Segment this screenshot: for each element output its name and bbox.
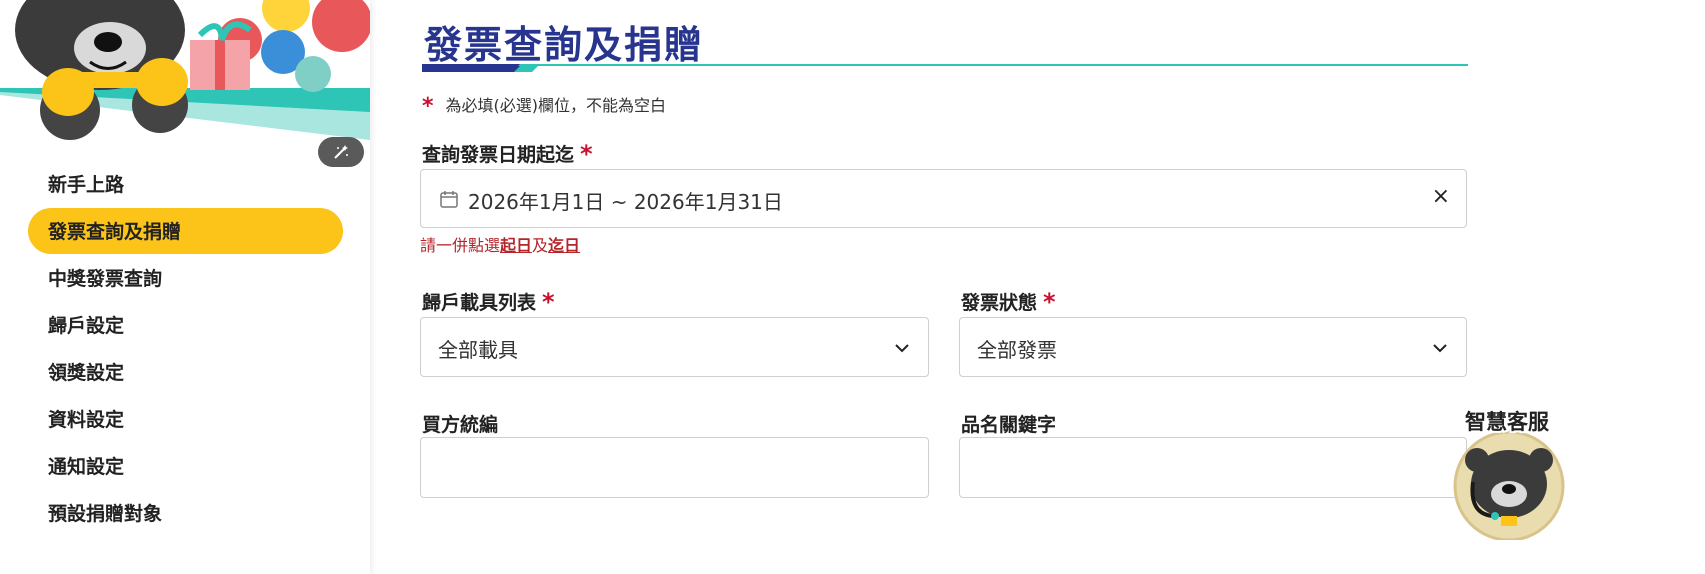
status-select-value: 全部發票 bbox=[977, 338, 1057, 362]
date-range-label: 查詢發票日期起迄 * bbox=[422, 140, 593, 168]
smart-service-chatbot[interactable]: 智慧客服 bbox=[1445, 400, 1575, 540]
keyword-label: 品名關鍵字 bbox=[961, 410, 1056, 437]
sidebar-item-label: 預設捐贈對象 bbox=[48, 503, 163, 525]
keyword-label-text: 品名關鍵字 bbox=[961, 414, 1057, 436]
chatbot-label: 智慧客服 bbox=[1463, 408, 1551, 436]
sidebar-item-invoice-query[interactable]: 發票查詢及捐贈 bbox=[0, 207, 370, 254]
carrier-select[interactable]: 全部載具 bbox=[420, 317, 929, 377]
date-range-hint: 請一併點選起日及迄日 bbox=[420, 232, 580, 256]
sidebar-item-label: 中獎發票查詢 bbox=[48, 268, 163, 290]
carrier-label: 歸戶載具列表 * bbox=[422, 288, 555, 316]
required-asterisk: * bbox=[422, 94, 434, 119]
buyer-id-label: 買方統編 bbox=[422, 410, 498, 437]
start-date-link[interactable]: 起日 bbox=[500, 236, 532, 255]
sidebar-item-label: 領獎設定 bbox=[48, 362, 125, 384]
sidebar-item-carrier-settings[interactable]: 歸戶設定 bbox=[0, 301, 370, 348]
status-label-text: 發票狀態 bbox=[961, 292, 1038, 314]
buyer-id-label-text: 買方統編 bbox=[422, 414, 499, 436]
sidebar: 新手上路 發票查詢及捐贈 中獎發票查詢 歸戶設定 領獎設定 資料設定 通知設定 … bbox=[0, 0, 370, 574]
required-note: * 為必填(必選)欄位，不能為空白 bbox=[422, 92, 666, 119]
sidebar-item-winning-invoices[interactable]: 中獎發票查詢 bbox=[0, 254, 370, 301]
sidebar-item-label: 發票查詢及捐贈 bbox=[48, 221, 182, 243]
buyer-id-input[interactable] bbox=[420, 437, 929, 498]
sidebar-item-getting-started[interactable]: 新手上路 bbox=[0, 160, 370, 207]
sidebar-item-label: 資料設定 bbox=[48, 409, 125, 431]
chatbot-bear-icon bbox=[1453, 430, 1565, 540]
chevron-down-icon bbox=[895, 344, 909, 353]
required-asterisk: * bbox=[580, 140, 593, 168]
date-range-label-text: 查詢發票日期起迄 bbox=[422, 144, 575, 166]
page-title: 發票查詢及捐贈 bbox=[424, 23, 705, 67]
status-label: 發票狀態 * bbox=[961, 288, 1056, 316]
title-underline bbox=[422, 64, 1468, 72]
sidebar-item-prize-settings[interactable]: 領獎設定 bbox=[0, 348, 370, 395]
carrier-label-text: 歸戶載具列表 bbox=[422, 292, 537, 314]
sidebar-item-profile-settings[interactable]: 資料設定 bbox=[0, 395, 370, 442]
sidebar-item-label: 通知設定 bbox=[48, 456, 125, 478]
date-range-picker[interactable]: 2026年1月1日 ~ 2026年1月31日 × bbox=[420, 169, 1467, 228]
chevron-down-icon bbox=[1433, 344, 1447, 353]
sidebar-item-default-donation[interactable]: 預設捐贈對象 bbox=[0, 489, 370, 536]
mascot-banner bbox=[0, 0, 370, 140]
status-select[interactable]: 全部發票 bbox=[959, 317, 1467, 377]
sidebar-item-notification-settings[interactable]: 通知設定 bbox=[0, 442, 370, 489]
carrier-select-value: 全部載具 bbox=[438, 338, 518, 362]
required-note-text: 為必填(必選)欄位，不能為空白 bbox=[445, 96, 667, 115]
sidebar-item-label: 歸戶設定 bbox=[48, 315, 125, 337]
end-date-link[interactable]: 迄日 bbox=[548, 236, 580, 255]
calendar-icon bbox=[440, 191, 458, 208]
required-asterisk: * bbox=[1043, 288, 1056, 316]
hint-prefix: 請一併點選 bbox=[420, 236, 501, 255]
sidebar-item-label: 新手上路 bbox=[48, 174, 125, 196]
required-asterisk: * bbox=[542, 288, 555, 316]
main-content: 發票查詢及捐贈 * 為必填(必選)欄位，不能為空白 查詢發票日期起迄 * 2026年… bbox=[420, 0, 1468, 574]
date-range-value: 2026年1月1日 ~ 2026年1月31日 bbox=[468, 190, 783, 214]
sidebar-nav: 新手上路 發票查詢及捐贈 中獎發票查詢 歸戶設定 領獎設定 資料設定 通知設定 … bbox=[0, 160, 370, 536]
close-icon[interactable]: × bbox=[1432, 186, 1450, 208]
keyword-input[interactable] bbox=[959, 437, 1467, 498]
hint-and: 及 bbox=[532, 236, 549, 255]
